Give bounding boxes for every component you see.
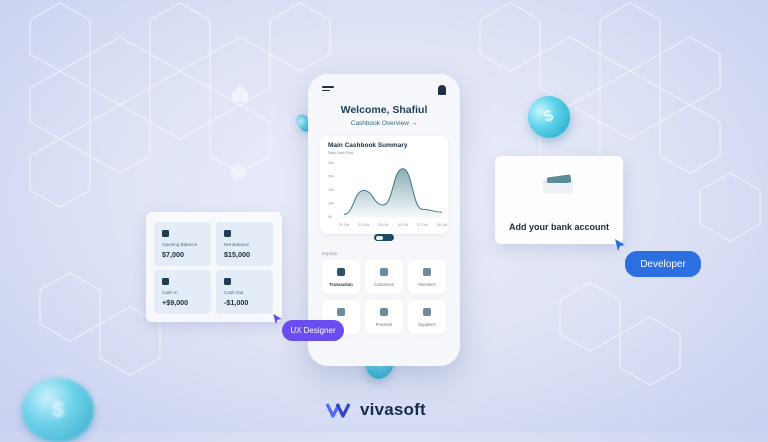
vivasoft-mark-icon [326,403,351,418]
chart-pager-toggle[interactable] [374,234,394,241]
bell-icon[interactable] [438,85,446,95]
clipboard-icon [337,308,345,316]
vivasoft-logo: vivasoft [326,398,426,422]
cash-in-icon [162,278,169,285]
customers-icon [380,268,388,276]
x-tick-label: 21 Oct [358,223,369,227]
balance-label: Opening Balance [162,242,198,247]
wallet-icon [162,230,169,237]
balance-label: Net Balance [224,242,250,247]
add-bank-account-label: Add your bank account [508,222,609,232]
tile-label: Suppliers [418,322,436,327]
y-tick-label: 10k [328,202,334,206]
x-tick-label: 20 Oct [339,223,350,227]
y-tick-label: 15k [328,188,334,192]
y-tick-label: 25k [328,161,334,165]
wallet-icon [543,174,573,194]
tile-transaction[interactable]: Transaction [322,260,360,294]
y-tick-label: 5k [328,215,332,219]
balance-value: $15,000 [224,250,250,259]
net-balance-box: Net Balance $15,000 [216,222,273,266]
cash-in-box: Cash In +$9,000 [154,270,211,314]
house-icon [232,85,248,101]
x-tick-label: 25 Oct [378,223,389,227]
balance-label: Cash In [162,290,178,295]
members-icon [423,268,431,276]
cursor-icon [273,313,282,325]
tile-label: Customers [373,282,395,287]
developer-badge: Developer [625,251,701,277]
menu-icon[interactable] [322,86,334,94]
x-tick-label: 27 Oct [417,223,428,227]
tile-label: Transaction [329,282,353,287]
tile-members[interactable]: Members [408,260,446,294]
tile-products[interactable]: Products [365,300,403,334]
x-tick-label: 28 Oct [437,223,448,227]
brand-name: vivasoft [360,400,426,419]
opening-balance-box: Opening Balance $7,000 [154,222,211,266]
bank-icon [224,230,231,237]
y-tick-label: 20k [328,175,334,179]
tile-customers[interactable]: Customers [365,260,403,294]
tile-label: Members [418,282,436,287]
coin-icon: $ [22,378,94,442]
chart-title: Main Cashbook Summary [328,142,408,149]
balance-label: Cash Out [224,290,244,295]
greeting-title: Welcome, Shafiul [340,104,428,116]
explore-label: Explore [322,251,338,256]
cash-flow-chart: 25k 20k 15k 10k 5k 20 Oct 21 Oct 25 Oct 26 Oct 27… [328,161,448,227]
balance-value: $7,000 [162,250,184,259]
cash-out-box: Cash Out -$1,000 [216,270,273,314]
balance-summary-card: Opening Balance $7,000 Net Balance $15,0… [146,212,282,322]
tile-suppliers[interactable]: Suppliers [408,300,446,334]
cashbook-overview-link[interactable]: Cashbook Overview → [308,120,460,127]
balance-value: +$9,000 [162,298,189,307]
transaction-icon [337,268,345,276]
products-icon [380,308,388,316]
tile-label: Products [375,322,393,327]
suppliers-icon [423,308,431,316]
cursor-icon [615,239,625,251]
x-tick-label: 26 Oct [398,223,409,227]
ux-designer-badge: UX Designer [282,320,344,341]
cashbook-summary-card: Main Cashbook Summary Daily Cash Flow 25… [320,136,448,234]
balance-value: -$1,000 [224,298,249,307]
cash-out-icon [224,278,231,285]
add-bank-account-card[interactable]: Add your bank account [495,156,623,244]
